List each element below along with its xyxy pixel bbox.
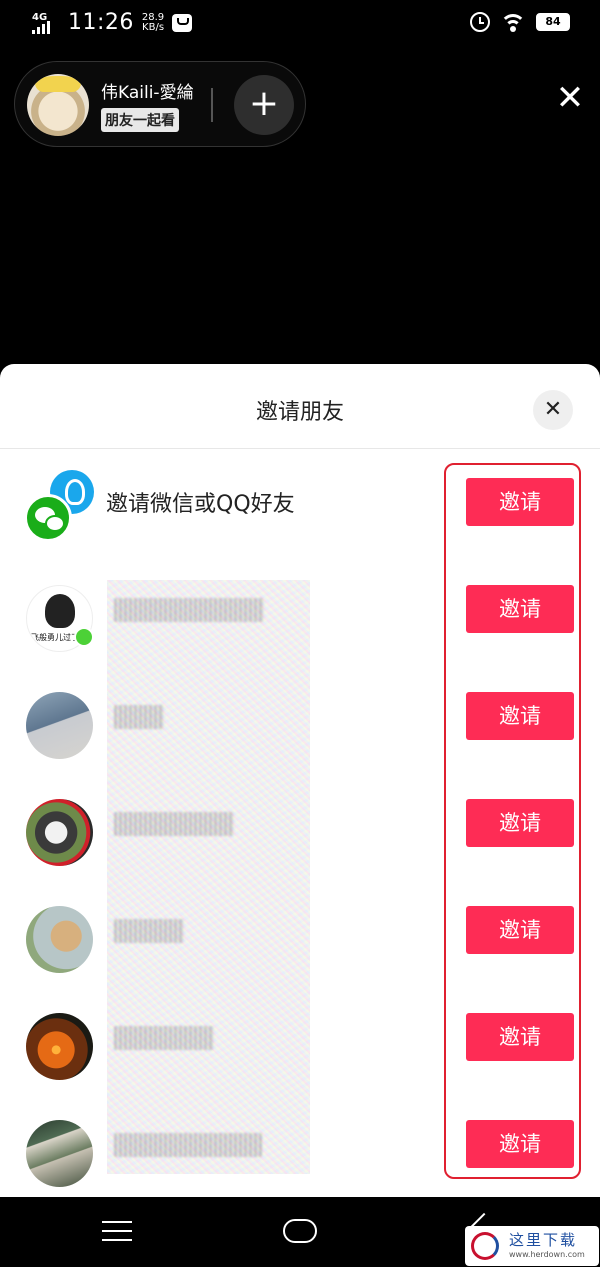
sheet-divider — [0, 448, 600, 449]
highlight-frame — [444, 463, 581, 1179]
watermark: 这里下载 www.herdown.com — [465, 1226, 599, 1266]
network-speed: 28.9 KB/s — [141, 11, 165, 33]
status-left: 4G 11:26 28.9 KB/s — [32, 10, 193, 35]
friend-avatar — [26, 1120, 93, 1187]
speed-unit: KB/s — [142, 21, 165, 33]
divider — [211, 88, 213, 122]
signal-icon: 4G — [32, 12, 60, 34]
watermark-logo-icon — [471, 1232, 499, 1260]
watch-together-badge: 朋友一起看 — [101, 108, 179, 132]
watermark-text: 这里下载 — [509, 1231, 578, 1249]
close-room-button[interactable]: ✕ — [552, 80, 588, 116]
redacted-name — [114, 705, 164, 729]
clock: 11:26 — [68, 10, 134, 35]
friend-avatar — [26, 799, 93, 866]
alarm-icon — [470, 12, 490, 32]
wechat-icon — [24, 494, 72, 542]
battery-indicator: 84 — [536, 13, 570, 31]
add-friend-button[interactable]: + — [234, 75, 294, 135]
wifi-icon — [500, 12, 526, 32]
sheet-title: 邀请朋友 — [255, 400, 344, 425]
host-pill: 伟Kaili-愛綸 朋友一起看 + — [14, 61, 306, 147]
friend-avatar — [26, 692, 93, 759]
close-icon: ✕ — [543, 397, 563, 422]
host-avatar[interactable] — [27, 74, 89, 136]
online-status-icon — [74, 627, 94, 647]
redacted-name — [114, 812, 234, 836]
watermark-url: www.herdown.com — [509, 1250, 585, 1259]
home-icon[interactable] — [283, 1219, 317, 1243]
plus-icon: + — [248, 83, 280, 124]
friend-avatar — [26, 906, 93, 973]
redacted-name — [114, 1133, 262, 1157]
status-bar: 4G 11:26 28.9 KB/s 84 — [0, 0, 600, 48]
speed-value: 28.9 — [141, 11, 165, 23]
redacted-name — [114, 919, 184, 943]
social-icons — [24, 470, 96, 542]
redacted-name — [114, 598, 264, 622]
sheet-close-button[interactable]: ✕ — [533, 390, 573, 430]
menu-icon[interactable] — [102, 1221, 132, 1243]
status-right: 84 — [470, 12, 570, 32]
host-name: 伟Kaili-愛綸 — [101, 83, 194, 103]
notification-icon — [172, 13, 193, 32]
redacted-names-overlay — [107, 580, 310, 1174]
friend-avatar — [26, 1013, 93, 1080]
social-invite-label: 邀请微信或QQ好友 — [106, 492, 295, 517]
close-icon: ✕ — [555, 78, 585, 118]
redacted-name — [114, 1026, 214, 1050]
